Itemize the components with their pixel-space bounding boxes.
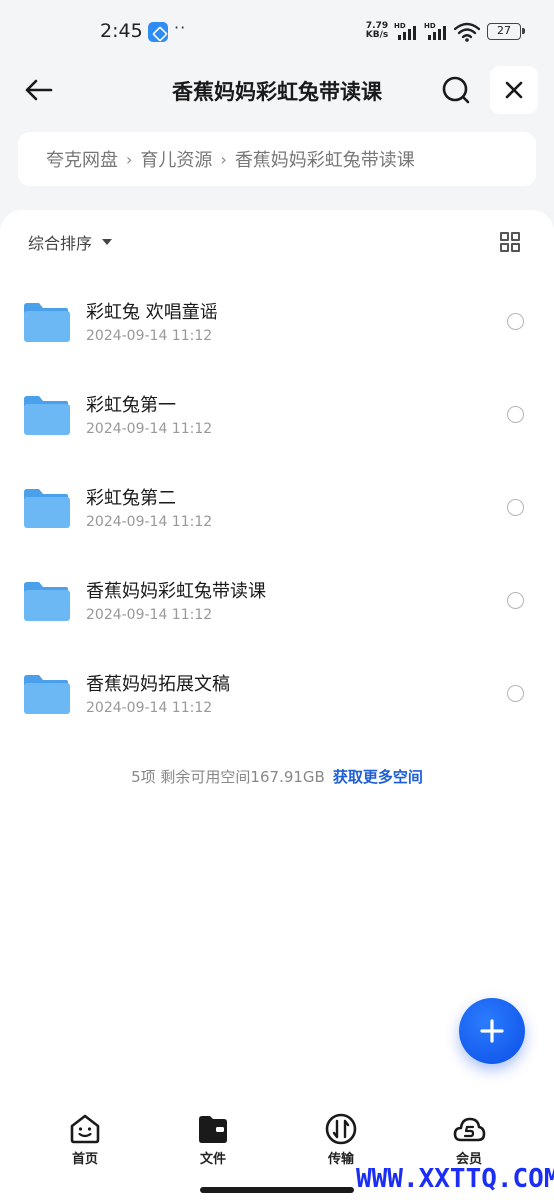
arrow-left-icon (25, 79, 53, 101)
storage-summary: 5项 剩余可用空间167.91GB 获取更多空间 (0, 766, 554, 787)
file-date: 2024-09-14 11:12 (86, 328, 213, 344)
close-icon (505, 81, 523, 99)
home-indicator[interactable] (200, 1187, 354, 1193)
search-icon (442, 76, 470, 104)
cloud-vip-icon (453, 1117, 486, 1142)
list-item[interactable]: 香蕉妈妈彩虹兔带读课 2024-09-14 11:12 (0, 555, 554, 648)
status-bar: 2:45 ·· 7.79 KB/s HD HD 27 (0, 0, 554, 62)
file-name: 香蕉妈妈拓展文稿 (86, 674, 230, 695)
file-date: 2024-09-14 11:12 (86, 421, 213, 437)
file-date: 2024-09-14 11:12 (86, 514, 213, 530)
folder-icon (24, 396, 70, 435)
breadcrumb: 夸克网盘 › 育儿资源 › 香蕉妈妈彩虹兔带读课 (18, 132, 536, 186)
grid-view-button[interactable] (498, 230, 522, 254)
signal-icon: HD (394, 22, 420, 40)
breadcrumb-item-root[interactable]: 夸克网盘 (46, 146, 118, 172)
folder-filled-icon (199, 1116, 227, 1143)
sort-label: 综合排序 (28, 234, 93, 253)
add-button[interactable] (459, 998, 525, 1064)
storage-summary-text: 5项 剩余可用空间167.91GB (131, 768, 325, 786)
select-checkbox[interactable] (507, 406, 524, 423)
sort-dropdown[interactable]: 综合排序 (28, 230, 113, 254)
quark-app-icon (148, 22, 168, 42)
breadcrumb-separator: › (126, 149, 133, 169)
breadcrumb-separator: › (220, 149, 227, 169)
select-checkbox[interactable] (507, 685, 524, 702)
list-item[interactable]: 彩虹兔 欢唱童谣 2024-09-14 11:12 (0, 276, 554, 369)
file-date: 2024-09-14 11:12 (86, 607, 213, 623)
file-name: 彩虹兔 欢唱童谣 (86, 302, 218, 323)
nav-item-transfer[interactable]: 传输 (306, 1112, 376, 1167)
wifi-icon (453, 22, 481, 42)
network-speed-unit: KB/s (365, 30, 389, 40)
nav-label-files: 文件 (199, 1152, 226, 1167)
file-name: 彩虹兔第一 (86, 395, 176, 416)
file-date: 2024-09-14 11:12 (86, 700, 213, 716)
battery-icon: 27 (487, 23, 525, 40)
select-checkbox[interactable] (507, 592, 524, 609)
watermark: WWW.XXTTQ.COM (356, 1164, 554, 1194)
breadcrumb-item-parent[interactable]: 育儿资源 (140, 146, 212, 172)
header: 香蕉妈妈彩虹兔带读课 (0, 62, 554, 116)
nav-item-files[interactable]: 文件 (178, 1112, 248, 1167)
signal-icon: HD (424, 22, 450, 40)
file-name: 彩虹兔第二 (86, 488, 176, 509)
list-item[interactable]: 香蕉妈妈拓展文稿 2024-09-14 11:12 (0, 648, 554, 741)
caret-down-icon (102, 239, 113, 245)
list-item[interactable]: 彩虹兔第二 2024-09-14 11:12 (0, 462, 554, 555)
folder-icon (24, 303, 70, 342)
status-time: 2:45 (100, 20, 143, 42)
breadcrumb-item-current[interactable]: 香蕉妈妈彩虹兔带读课 (235, 146, 415, 172)
list-item[interactable]: 彩虹兔第一 2024-09-14 11:12 (0, 369, 554, 462)
plus-icon (480, 1019, 504, 1043)
folder-icon (24, 675, 70, 714)
network-speed: 7.79 KB/s (362, 22, 392, 40)
search-button[interactable] (436, 70, 476, 110)
file-list: 彩虹兔 欢唱童谣 2024-09-14 11:12 彩虹兔第一 2024-09-… (0, 276, 554, 741)
transfer-icon (325, 1113, 357, 1145)
get-more-space-link[interactable]: 获取更多空间 (333, 768, 423, 786)
close-button[interactable] (490, 66, 538, 114)
nav-item-home[interactable]: 首页 (50, 1112, 120, 1167)
folder-icon (24, 582, 70, 621)
file-name: 香蕉妈妈彩虹兔带读课 (86, 581, 266, 602)
page-title: 香蕉妈妈彩虹兔带读课 (172, 80, 382, 104)
folder-icon (24, 489, 70, 528)
select-checkbox[interactable] (507, 313, 524, 330)
home-smile-icon (70, 1114, 100, 1144)
nav-label-home: 首页 (71, 1152, 98, 1167)
select-checkbox[interactable] (507, 499, 524, 516)
back-button[interactable] (18, 70, 58, 110)
nav-item-vip[interactable]: 会员 (434, 1112, 504, 1167)
notification-dots: ·· (174, 18, 187, 37)
